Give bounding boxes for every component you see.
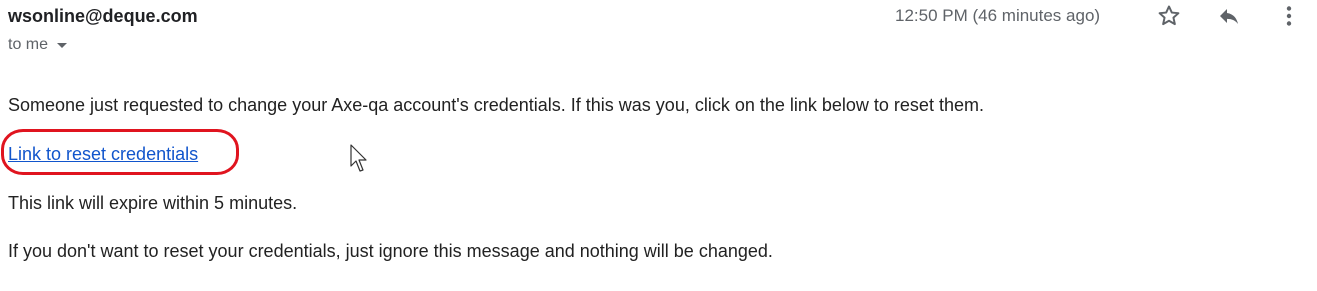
mouse-pointer-icon [350,144,367,172]
star-button[interactable] [1154,2,1184,30]
reply-icon [1220,9,1238,24]
more-options-button[interactable] [1274,2,1304,30]
message-timestamp: 12:50 PM (46 minutes ago) [895,6,1101,25]
recipient-details-toggle[interactable]: to me [8,35,68,55]
sender-address: wsonline@deque.com [8,6,198,26]
more-vert-icon [1286,6,1292,26]
reply-button[interactable] [1214,2,1244,30]
recipient-label: to me [8,36,49,53]
message-header: wsonline@deque.com to me 12:50 PM (46 mi… [0,0,1317,70]
intro-paragraph: Someone just requested to change your Ax… [8,95,984,115]
reset-credentials-link[interactable]: Link to reset credentials [8,144,198,164]
reset-link-container: Link to reset credentials [1,129,239,175]
email-message: wsonline@deque.com to me 12:50 PM (46 mi… [0,0,1317,291]
expiry-paragraph: This link will expire within 5 minutes. [8,193,298,213]
ignore-paragraph: If you don't want to reset your credenti… [8,241,773,261]
chevron-down-icon [57,43,68,48]
star-icon [1158,5,1180,26]
